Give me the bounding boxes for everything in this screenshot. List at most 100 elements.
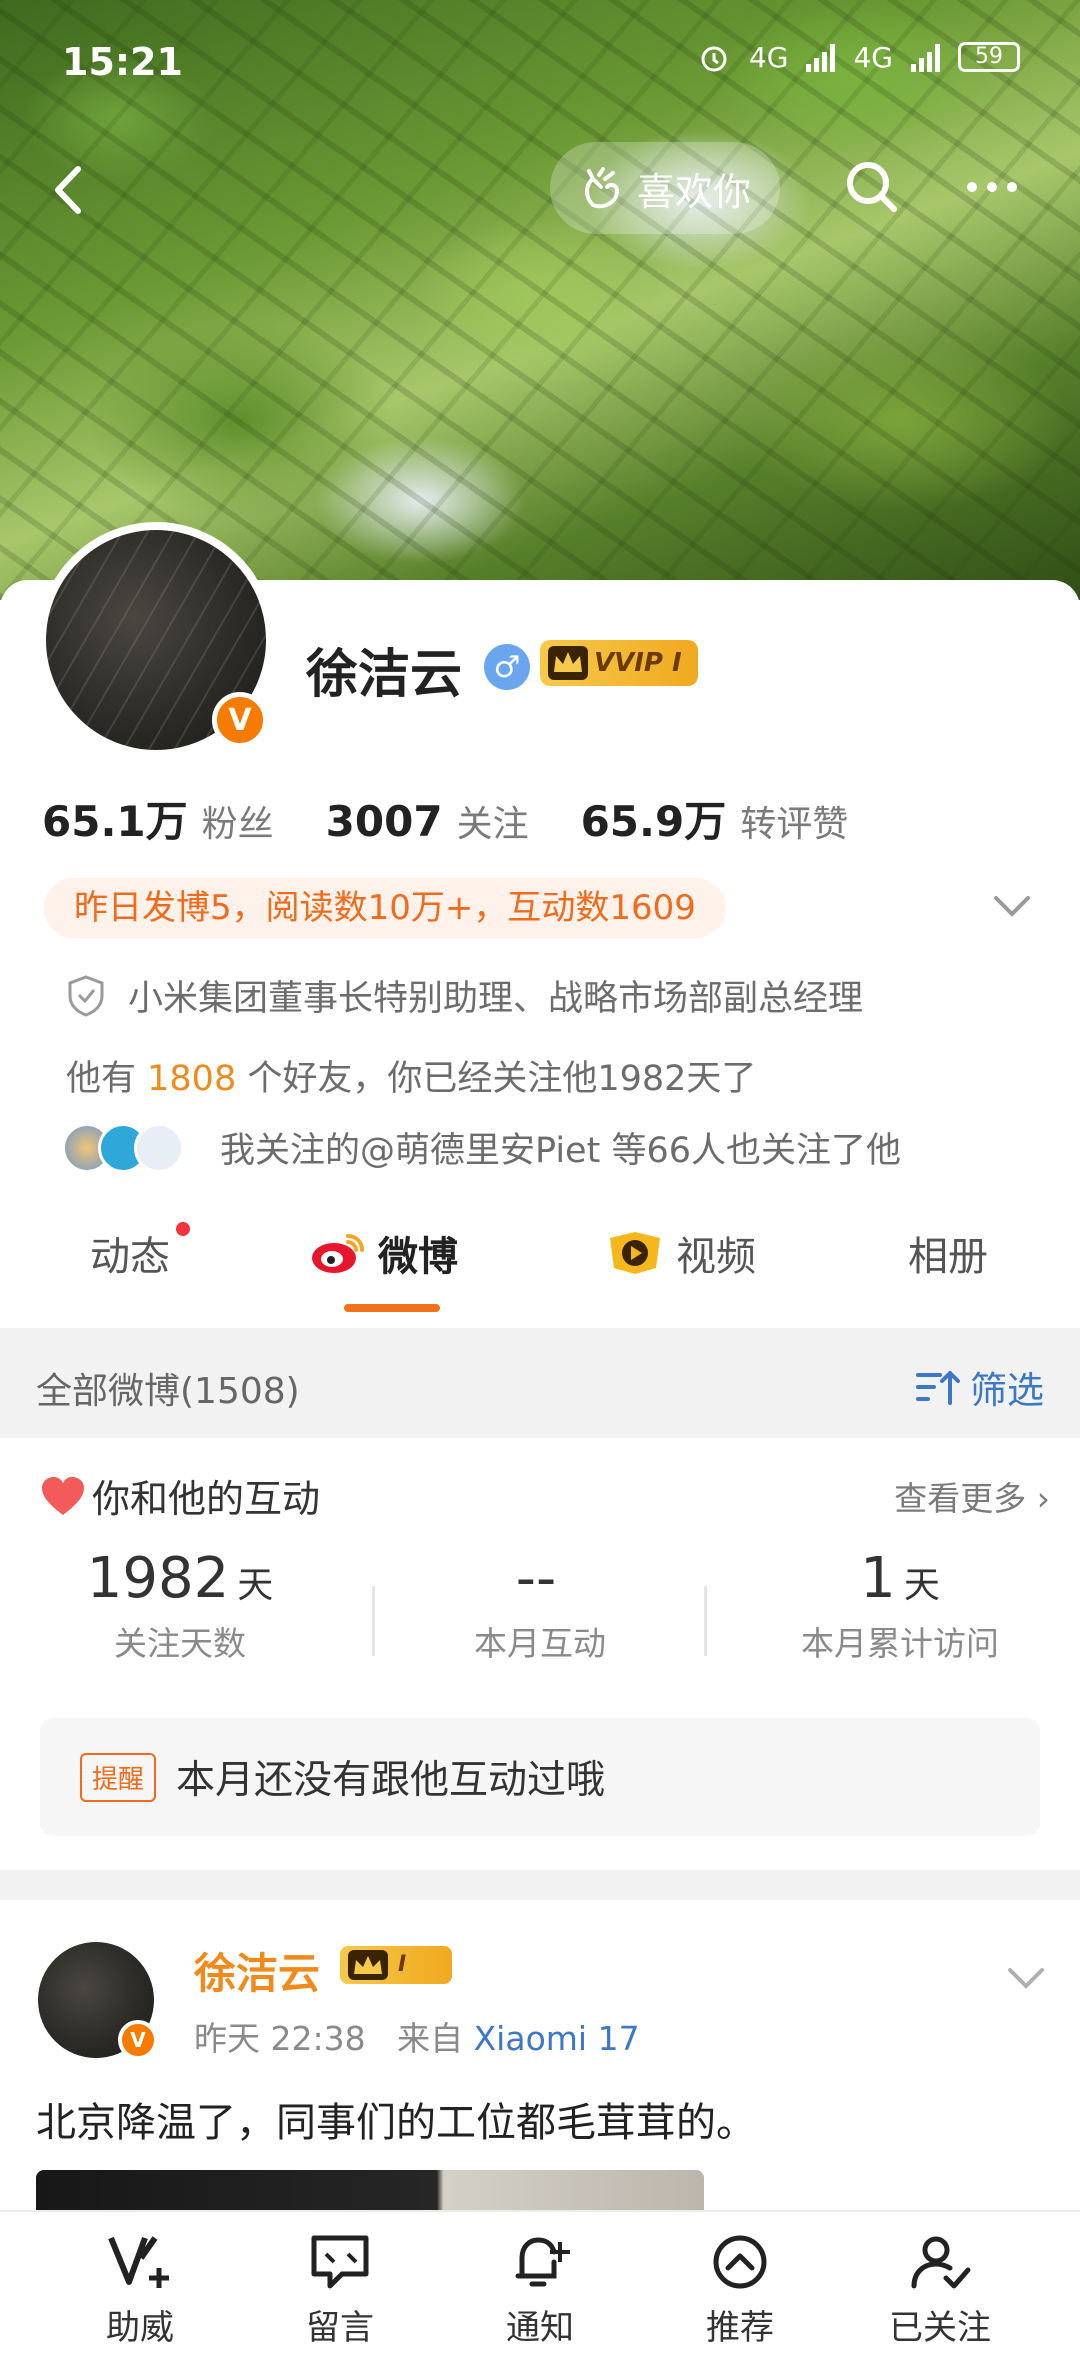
friends-prefix: 他有: [66, 1059, 148, 1099]
friends-suffix: 个好友，你已经关注他1982天了: [236, 1059, 757, 1099]
monthly-interaction-cell: -- 本月互动: [360, 1546, 720, 1686]
post-author-name[interactable]: 徐洁云: [194, 1940, 320, 2001]
following-label: 已关注: [889, 2308, 991, 2348]
filter-button[interactable]: 筛选: [916, 1360, 1044, 1414]
engagement-label: 转评赞: [740, 804, 849, 845]
chevron-down-icon[interactable]: [990, 888, 1034, 924]
user-check-icon: [911, 2236, 971, 2289]
tab-album[interactable]: 相册: [908, 1224, 988, 1282]
recommend-button[interactable]: 推荐: [640, 2212, 840, 2376]
reminder-text: 本月还没有跟他互动过哦: [176, 1758, 606, 1803]
all-posts-count: 全部微博(1508): [36, 1371, 300, 1412]
verification-info: 小米集团董事长特别助理、战略市场部副总经理: [66, 970, 863, 1021]
like-you-label: 喜欢你: [636, 169, 751, 214]
monthly-visits-cell: 1天 本月累计访问: [720, 1546, 1080, 1686]
network-label-2: 4G: [853, 40, 893, 74]
friends-count[interactable]: 1808: [147, 1059, 236, 1099]
post-vip-label: I: [398, 1952, 407, 1977]
follow-days-label: 关注天数: [114, 1624, 246, 1663]
signal-icon-2: [911, 42, 940, 72]
followers-label[interactable]: 粉丝: [202, 795, 274, 847]
verified-badge-icon: V: [118, 2020, 158, 2060]
recommend-label: 推荐: [706, 2308, 774, 2348]
shield-check-icon: [68, 974, 104, 1017]
friends-info[interactable]: 他有 1808 个好友，你已经关注他1982天了: [66, 1050, 756, 1101]
chevron-up-circle-icon: [713, 2235, 767, 2289]
activity-summary[interactable]: 昨日发博5，阅读数10万+，互动数1609: [44, 878, 726, 938]
vip-badge[interactable]: VVIP I: [540, 640, 698, 686]
post-time: 昨天 22:38: [194, 2019, 366, 2058]
divider: [372, 1586, 375, 1656]
monthly-visits-value: 1: [860, 1546, 896, 1611]
message-button[interactable]: 留言: [240, 2212, 440, 2376]
reminder-box: 提醒 本月还没有跟他互动过哦: [40, 1718, 1040, 1836]
hand-heart-icon: [584, 167, 619, 209]
tab-video-label: 视频: [676, 1234, 756, 1280]
following-count[interactable]: 3007: [326, 797, 443, 846]
signal-icon: [806, 42, 836, 72]
profile-name: 徐洁云: [306, 645, 463, 705]
male-gender-icon: ♂: [484, 644, 530, 690]
post-text: 北京降温了，同事们的工位都毛茸茸的。: [36, 2100, 756, 2146]
more-icon[interactable]: [960, 155, 1024, 219]
chevron-down-icon[interactable]: [1004, 1960, 1048, 1994]
bell-plus-icon: [515, 2237, 570, 2287]
cheer-label: 助威: [106, 2308, 174, 2348]
verified-badge-icon: V: [212, 692, 268, 748]
back-icon[interactable]: [34, 155, 104, 225]
following-button[interactable]: 已关注: [840, 2212, 1040, 2376]
post-meta: 昨天 22:38 来自 Xiaomi 17: [194, 2012, 640, 2060]
interaction-panel: 你和他的互动 查看更多 › 1982 天 关注天数 -- 本月互动 1天 本月累计…: [0, 1438, 1080, 1878]
follow-days-cell: 1982 天 关注天数: [0, 1546, 360, 1686]
interaction-stats: 1982 天 关注天数 -- 本月互动 1天 本月累计访问: [0, 1546, 1080, 1686]
battery-icon: 59: [958, 42, 1020, 72]
following-label[interactable]: 关注: [457, 795, 529, 847]
tab-feed[interactable]: 动态: [90, 1222, 190, 1282]
message-label: 留言: [306, 2308, 374, 2348]
verification-text: 小米集团董事长特别助理、战略市场部副总经理: [128, 979, 864, 1019]
tab-weibo[interactable]: 微博: [310, 1224, 458, 1282]
engagement-count: 65.9万: [580, 797, 727, 846]
top-nav: 喜欢你: [0, 135, 1080, 245]
notify-button[interactable]: 通知: [440, 2212, 640, 2376]
cheer-button[interactable]: 助威: [40, 2212, 240, 2376]
status-time: 15:21: [62, 40, 183, 84]
section-divider: [0, 1870, 1080, 1900]
see-more-link[interactable]: 查看更多 ›: [894, 1472, 1050, 1520]
crown-icon: [348, 1950, 388, 1980]
vip-badge-label: VVIP I: [594, 648, 682, 678]
monthly-visits-label: 本月累计访问: [801, 1624, 999, 1663]
filter-bar: 全部微博(1508) 筛选: [0, 1328, 1080, 1438]
post-from: 来自: [397, 2019, 474, 2058]
reminder-tag: 提醒: [80, 1752, 157, 1802]
monthly-visits-unit: 天: [903, 1565, 940, 1606]
filter-label: 筛选: [970, 1369, 1044, 1412]
profile-stats: 65.1万 粉丝 3007 关注 65.9万 转评赞: [42, 788, 900, 849]
status-bar: 15:21 4G 4G 59: [0, 0, 1080, 120]
tab-feed-label: 动态: [90, 1234, 170, 1280]
search-icon[interactable]: [840, 155, 904, 219]
follow-days-unit: 天: [237, 1565, 274, 1606]
alarm-icon: [701, 46, 727, 72]
mutual-follows[interactable]: 我关注的@萌德里安Piet 等66人也关注了他: [62, 1122, 901, 1173]
see-more-label: 查看更多: [894, 1479, 1027, 1518]
mutual-avatar-3: [134, 1122, 184, 1173]
crown-icon: [548, 646, 588, 680]
status-icons: 4G 4G 59: [697, 40, 1020, 74]
like-you-button[interactable]: 喜欢你: [550, 142, 780, 234]
interaction-title: 你和他的互动: [92, 1477, 321, 1521]
tab-video[interactable]: 视频: [606, 1224, 756, 1282]
post-vip-badge: I: [340, 1946, 452, 1984]
monthly-interaction-value: --: [515, 1546, 557, 1611]
mutual-follows-text: 我关注的@萌德里安Piet 等66人也关注了他: [220, 1131, 901, 1171]
interaction-header: 你和他的互动: [40, 1468, 320, 1523]
tab-weibo-label: 微博: [378, 1234, 458, 1280]
followers-count[interactable]: 65.1万: [42, 788, 188, 849]
profile-tabs: 动态 微博 视频 相册: [0, 1196, 1080, 1326]
filter-icon: [916, 1371, 960, 1405]
chevron-right-icon: ›: [1036, 1479, 1050, 1518]
post-card[interactable]: V 徐洁云 I 昨天 22:38 来自 Xiaomi 17 北京降温了，同事们的…: [0, 1900, 1080, 2230]
notify-label: 通知: [506, 2308, 574, 2348]
post-source[interactable]: Xiaomi 17: [474, 2019, 640, 2058]
follow-days-value: 1982: [86, 1546, 230, 1611]
